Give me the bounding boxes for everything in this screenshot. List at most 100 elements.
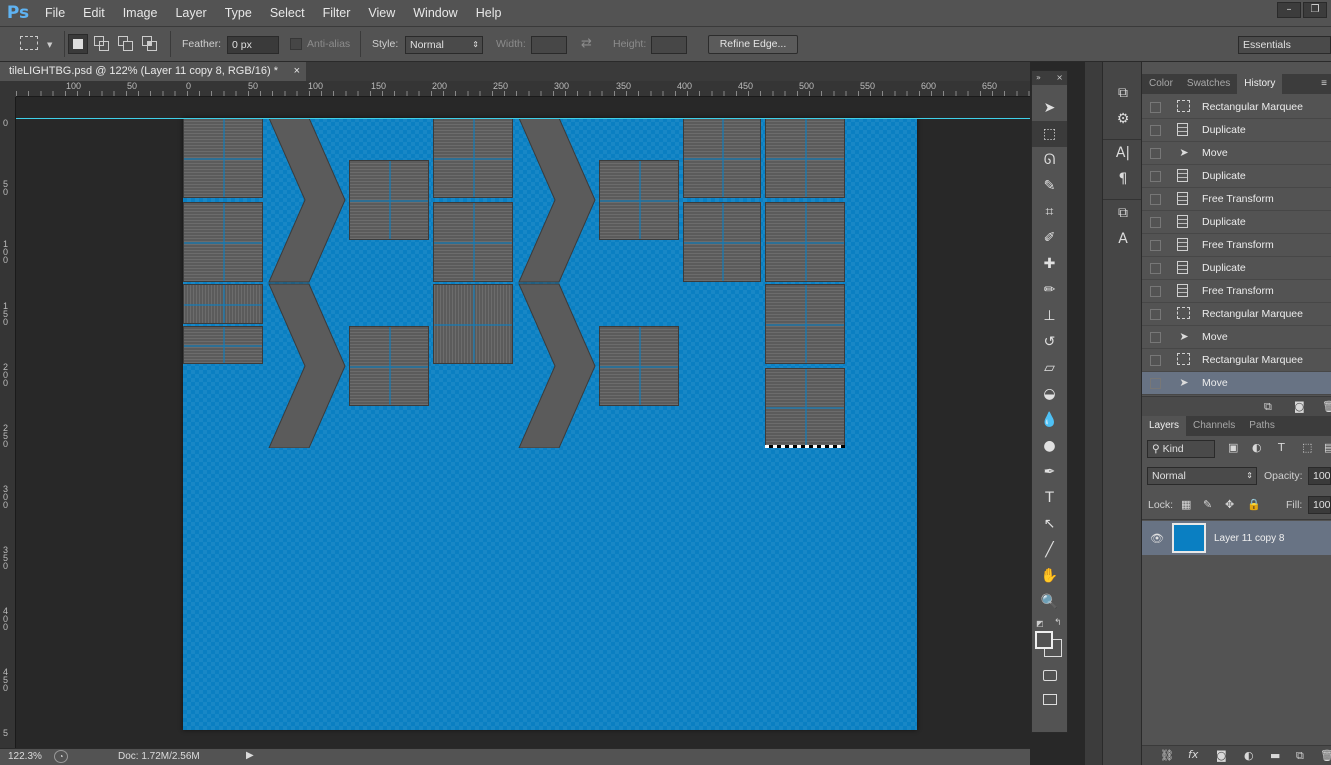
history-brush-tool[interactable]: ↺ [1032,329,1067,355]
history-source-checkbox[interactable] [1150,262,1161,274]
refine-edge-button[interactable]: Refine Edge... [708,35,798,54]
tab-color[interactable]: Color [1142,74,1180,94]
expand-icon[interactable]: » [1036,71,1041,85]
history-item[interactable]: Duplicate [1142,119,1331,142]
zoom-tool[interactable]: 🔍 [1032,589,1067,615]
history-source-checkbox[interactable] [1150,308,1161,320]
layer-filter-kind-select[interactable]: ⚲ Kind [1147,440,1215,458]
panel-menu-icon[interactable]: ≡ [1321,74,1331,94]
menu-type[interactable]: Type [216,0,261,26]
new-group-icon[interactable]: ▬ [1270,749,1280,762]
horizontal-ruler[interactable]: 100 50 0 50 100 150 200 250 300 350 400 … [16,81,1030,97]
restore-button[interactable]: ❐ [1303,2,1327,18]
link-layers-icon[interactable]: ⛓ [1160,749,1174,762]
hand-tool[interactable]: ✋ [1032,563,1067,589]
history-item[interactable]: Rectangular Marquee [1142,349,1331,372]
history-source-checkbox[interactable] [1150,285,1161,297]
adjustment-layer-icon[interactable]: ◐ [1244,749,1254,762]
history-source-checkbox[interactable] [1150,331,1161,343]
paint-bucket-tool[interactable]: ◒ [1032,381,1067,407]
delete-layer-icon[interactable]: 🗑 [1320,749,1331,762]
menu-view[interactable]: View [359,0,404,26]
lock-position-icon[interactable]: ✥ [1225,498,1234,511]
guide-line[interactable] [16,118,1030,119]
history-item[interactable]: ➤ Move [1142,372,1331,395]
clone-source-panel-icon[interactable]: ⧉ [1103,200,1143,226]
menu-help[interactable]: Help [467,0,511,26]
tab-swatches[interactable]: Swatches [1180,74,1237,94]
chevron-down-icon[interactable]: ▼ [47,41,52,49]
swap-colors-icon[interactable]: ↰ [1054,618,1062,628]
history-panel-icon[interactable]: ⧉ [1103,80,1143,106]
layer-row[interactable]: 👁 Layer 11 copy 8 [1142,521,1331,555]
shape-filter-icon[interactable]: ⬚ [1302,441,1312,454]
history-item[interactable]: Free Transform [1142,188,1331,211]
healing-brush-tool[interactable]: ✚ [1032,251,1067,277]
quick-mask-icon[interactable] [1032,663,1067,687]
history-source-checkbox[interactable] [1150,377,1161,389]
fx-icon[interactable]: fx [1188,748,1198,761]
document-canvas[interactable] [183,118,917,730]
history-source-checkbox[interactable] [1150,147,1161,159]
menu-layer[interactable]: Layer [166,0,215,26]
dodge-tool[interactable]: ● [1032,433,1067,459]
tab-history[interactable]: History [1237,74,1283,94]
history-item[interactable]: Duplicate [1142,257,1331,280]
character-panel-icon[interactable]: A| [1103,140,1143,166]
add-to-selection-icon[interactable] [94,36,110,52]
blur-tool[interactable]: 💧 [1032,407,1067,433]
lock-image-icon[interactable]: ✎ [1203,498,1212,511]
lock-transparent-icon[interactable]: ▦ [1181,498,1191,511]
history-source-checkbox[interactable] [1150,193,1161,205]
new-layer-icon[interactable]: ⧉ [1296,749,1304,763]
swap-icon[interactable]: ⇄ [581,36,592,51]
history-source-checkbox[interactable] [1150,101,1161,113]
menu-filter[interactable]: Filter [314,0,360,26]
history-item[interactable]: Rectangular Marquee [1142,303,1331,326]
clone-stamp-tool[interactable]: ⊥ [1032,303,1067,329]
menu-window[interactable]: Window [404,0,466,26]
history-source-checkbox[interactable] [1150,216,1161,228]
brush-tool[interactable]: ✏ [1032,277,1067,303]
pen-tool[interactable]: ✒ [1032,459,1067,485]
new-document-from-state-icon[interactable]: ⧉ [1264,400,1272,414]
width-input[interactable] [531,36,567,54]
history-source-checkbox[interactable] [1150,170,1161,182]
properties-panel-icon[interactable]: ⚙ [1103,106,1143,132]
fill-input[interactable]: 100% [1308,496,1331,514]
history-item[interactable]: Duplicate [1142,211,1331,234]
ruler-origin[interactable] [0,81,16,97]
move-tool[interactable]: ➤ [1032,95,1067,121]
status-info-icon[interactable]: ◔ [54,750,68,763]
pixel-filter-icon[interactable]: ▣ [1228,441,1238,454]
intersect-selection-icon[interactable] [142,36,158,52]
zoom-level[interactable]: 122.3% [8,751,42,762]
history-item[interactable]: ➤ Move [1142,326,1331,349]
workspace-select[interactable]: Essentials [1238,36,1331,54]
new-snapshot-icon[interactable]: ◙ [1294,400,1305,413]
type-tool[interactable]: T [1032,485,1067,511]
menu-file[interactable]: File [36,0,74,26]
paragraph-panel-icon[interactable]: ¶ [1103,166,1143,192]
close-icon[interactable]: × [294,62,300,81]
history-item[interactable]: Free Transform [1142,234,1331,257]
tab-layers[interactable]: Layers [1142,416,1187,436]
menu-image[interactable]: Image [114,0,167,26]
type-filter-icon[interactable]: T [1278,441,1285,454]
history-item[interactable]: ➤ Move [1142,142,1331,165]
close-icon[interactable]: × [1056,71,1063,85]
new-selection-icon[interactable] [68,34,88,54]
foreground-color-swatch[interactable] [1035,631,1053,649]
antialias-checkbox[interactable] [290,38,302,50]
history-source-checkbox[interactable] [1150,124,1161,136]
menu-select[interactable]: Select [261,0,314,26]
history-source-checkbox[interactable] [1150,354,1161,366]
screen-mode-icon[interactable] [1032,687,1067,711]
tools-panel-header[interactable]: » × [1032,71,1067,85]
lasso-tool[interactable]: ᘏ [1032,147,1067,173]
tab-channels[interactable]: Channels [1186,416,1242,436]
path-selection-tool[interactable]: ↖ [1032,511,1067,537]
menu-edit[interactable]: Edit [74,0,114,26]
minimize-button[interactable]: – [1277,2,1301,18]
blend-mode-select[interactable]: Normal ⇕ [1147,467,1257,485]
